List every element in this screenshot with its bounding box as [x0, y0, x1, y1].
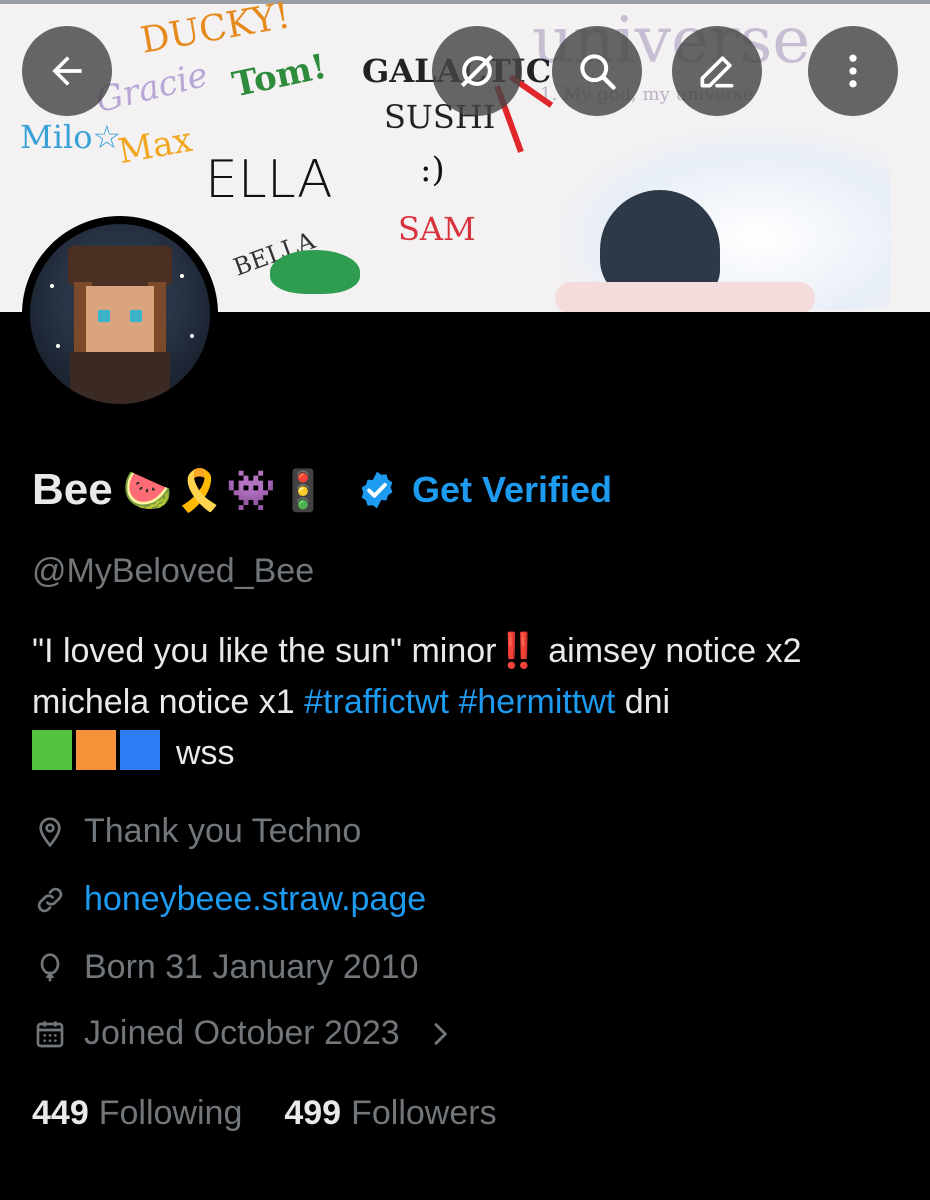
verified-badge-icon [361, 471, 393, 509]
banner-text-tom: Tom! [228, 46, 331, 106]
location-pin-icon [39, 816, 61, 847]
profile-avatar[interactable] [22, 216, 218, 412]
arrow-left-icon [52, 56, 82, 86]
profile-birthday: Born 31 January 2010 [34, 948, 419, 987]
banner-text-sam: SAM [398, 210, 476, 248]
avatar-sparkle [50, 284, 54, 288]
back-button[interactable] [22, 26, 112, 116]
avatar-eye-right [130, 310, 142, 322]
link-icon [37, 887, 63, 912]
followers-link[interactable]: 499 Followers [284, 1094, 496, 1133]
edit-button[interactable] [672, 26, 762, 116]
avatar-body [70, 352, 170, 404]
banner-text-ducky: DUCKY! [137, 0, 294, 62]
edit-pencil-icon [700, 56, 734, 88]
avatar-sparkle [56, 344, 60, 348]
search-icon [580, 54, 616, 90]
profile-website[interactable]: honeybeee.straw.page [34, 880, 426, 919]
following-label: Following [98, 1094, 243, 1132]
search-button[interactable] [552, 26, 642, 116]
birthday-text: Born 31 January 2010 [84, 948, 419, 986]
balloon-icon [40, 952, 60, 981]
bio-double-exclamation: ‼️ [496, 632, 539, 670]
display-name-emoji: 🍉🎗️👾🚦 [122, 467, 330, 514]
followers-label: Followers [351, 1094, 497, 1132]
grok-button[interactable] [432, 26, 522, 116]
avatar-eye-left [98, 310, 110, 322]
profile-handle: @MyBeloved_Bee [32, 552, 315, 590]
chevron-right-icon [434, 1022, 447, 1045]
grok-icon [460, 54, 494, 88]
hashtag-link-hermittwt[interactable]: #hermittwt [458, 683, 615, 721]
orange-square-emoji [76, 730, 116, 770]
calendar-icon [36, 1020, 64, 1047]
avatar-hat [68, 246, 172, 286]
banner-turtle-drawing [270, 250, 360, 294]
profile-bio: "I loved you like the sun" minor‼️ aimse… [32, 626, 902, 779]
blue-square-emoji [120, 730, 160, 770]
hashtag-link-traffictwt[interactable]: #traffictwt [304, 683, 449, 721]
display-name-row: Bee 🍉🎗️👾🚦 Get Verified [32, 458, 612, 522]
avatar-image [30, 224, 210, 404]
get-verified-button[interactable]: Get Verified [356, 469, 612, 511]
follow-counts: 449 Following 499 Followers [32, 1094, 497, 1133]
avatar-face [86, 286, 154, 352]
website-link[interactable]: honeybeee.straw.page [84, 880, 426, 919]
avatar-sparkle [190, 334, 194, 338]
joined-text: Joined October 2023 [84, 1014, 400, 1052]
display-name: Bee [32, 465, 113, 514]
banner-text-milo: Milo☆ [20, 118, 122, 156]
profile-joined[interactable]: Joined October 2023 [34, 1014, 474, 1053]
banner-text-ella: ELLA [205, 150, 333, 210]
more-button[interactable] [808, 26, 898, 116]
location-text: Thank you Techno [84, 812, 362, 850]
banner-text-smile: :) [420, 150, 445, 190]
bio-text: dni [615, 683, 671, 721]
profile-location: Thank you Techno [34, 812, 361, 851]
following-link[interactable]: 449 Following [32, 1094, 242, 1133]
green-square-emoji [32, 730, 72, 770]
avatar-sparkle [180, 274, 184, 278]
more-vertical-icon [849, 54, 857, 88]
following-count: 449 [32, 1094, 89, 1132]
bio-text: "I loved you like the sun" minor [32, 632, 497, 670]
banner-character-arm [555, 282, 815, 312]
followers-count: 499 [284, 1094, 342, 1132]
get-verified-label: Get Verified [411, 469, 613, 510]
banner-text-max: Max [115, 119, 196, 173]
bio-text: wss [176, 734, 235, 772]
